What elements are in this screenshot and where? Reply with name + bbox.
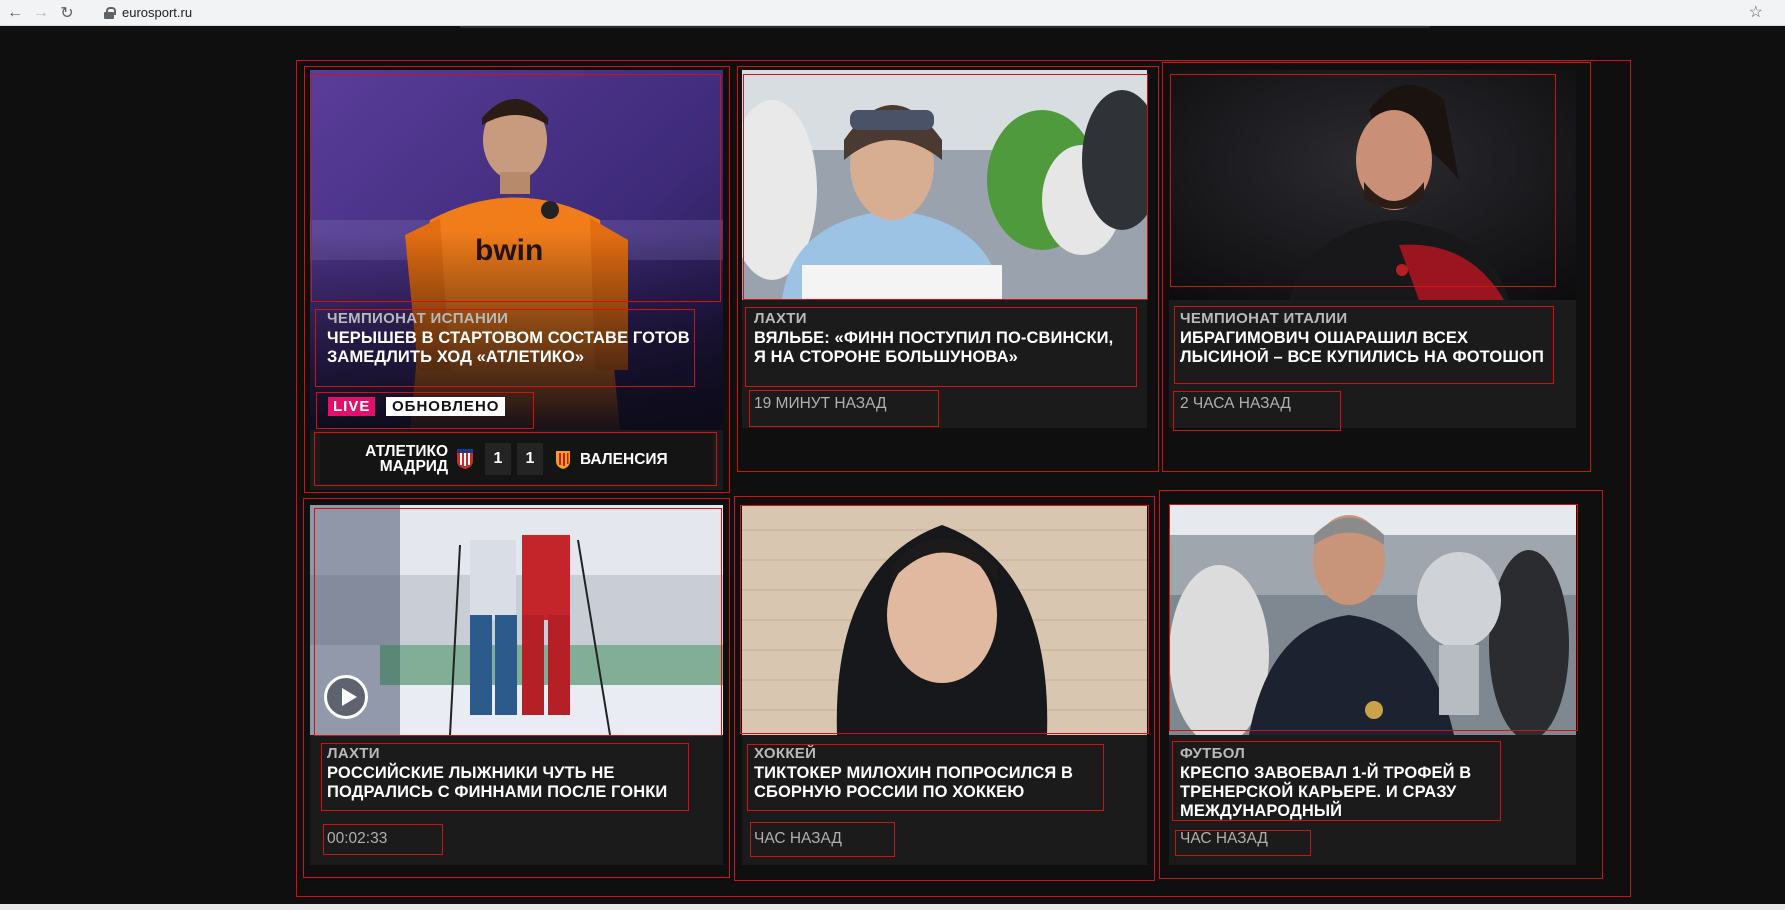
article-category: ХОККЕЙ: [754, 745, 817, 762]
play-icon[interactable]: [324, 675, 368, 719]
match-scorebar[interactable]: АТЛЕТИКО МАДРИД 1 1 ВАЛЕНСИЯ: [320, 434, 713, 484]
away-score: 1: [517, 443, 543, 475]
article-title-line[interactable]: ТРЕНЕРСКОЙ КАРЬЕРЕ. И СРАЗУ: [1180, 783, 1456, 802]
home-team-name: МАДРИД: [379, 458, 448, 475]
browser-toolbar: ← → ↻ eurosport.ru ☆: [0, 0, 1785, 26]
article-card-3[interactable]: ЧЕМПИОНАТ ИТАЛИИ ИБРАГИМОВИЧ ОШАРАШИЛ ВС…: [1169, 70, 1576, 428]
article-image[interactable]: [742, 505, 1147, 735]
article-title-line[interactable]: ТИКТОКЕР МИЛОХИН ПОПРОСИЛСЯ В: [754, 764, 1073, 783]
address-bar[interactable]: eurosport.ru: [104, 3, 192, 23]
article-time: ЧАС НАЗАД: [754, 830, 842, 847]
horizontal-scrollbar[interactable]: [0, 904, 1785, 910]
article-image[interactable]: [1169, 505, 1576, 735]
article-time: 2 ЧАСА НАЗАД: [1180, 395, 1291, 412]
valencia-crest-icon: [556, 451, 570, 469]
updated-badge: ОБНОВЛЕНО: [386, 397, 506, 416]
article-title-line[interactable]: ЛЫСИНОЙ – ВСЕ КУПИЛИСЬ НА ФОТОШОП: [1180, 348, 1553, 367]
forward-icon[interactable]: →: [30, 2, 52, 24]
atletico-crest-icon: [457, 449, 473, 469]
video-thumbnail[interactable]: [310, 505, 723, 735]
back-icon[interactable]: ←: [4, 2, 26, 24]
article-image[interactable]: [1169, 70, 1576, 300]
article-card-6[interactable]: ФУТБОЛ КРЕСПО ЗАВОЕВАЛ 1-Й ТРОФЕЙ В ТРЕН…: [1169, 505, 1576, 865]
home-team: АТЛЕТИКО МАДРИД: [320, 443, 448, 475]
home-score: 1: [485, 443, 511, 475]
divider: [460, 26, 1430, 28]
article-category: ЧЕМПИОНАТ ИТАЛИИ: [1180, 310, 1348, 327]
lock-icon: [104, 6, 116, 19]
article-title-line[interactable]: МЕЖДУНАРОДНЫЙ: [1180, 802, 1342, 821]
article-category: ЛАХТИ: [754, 310, 807, 327]
away-team-name: ВАЛЕНСИЯ: [580, 450, 668, 468]
article-card-5[interactable]: ХОККЕЙ ТИКТОКЕР МИЛОХИН ПОПРОСИЛСЯ В СБО…: [742, 505, 1147, 865]
article-card-2[interactable]: ЛАХТИ ВЯЛЬБЕ: «ФИНН ПОСТУПИЛ ПО-СВИНСКИ,…: [742, 70, 1147, 428]
article-image[interactable]: [742, 70, 1147, 300]
article-category: ЛАХТИ: [327, 745, 380, 762]
home-team-name: АТЛЕТИКО: [365, 443, 448, 460]
article-title-line[interactable]: Я НА СТОРОНЕ БОЛЬШУНОВА»: [754, 348, 1018, 367]
article-category: ЧЕМПИОНАТ ИСПАНИИ: [327, 310, 509, 327]
article-title-line[interactable]: ИБРАГИМОВИЧ ОШАРАШИЛ ВСЕХ: [1180, 329, 1468, 348]
article-image[interactable]: bwin: [310, 70, 723, 430]
article-card-4[interactable]: ЛАХТИ РОССИЙСКИЕ ЛЫЖНИКИ ЧУТЬ НЕ ПОДРАЛИ…: [310, 505, 723, 865]
article-title-line[interactable]: ВЯЛЬБЕ: «ФИНН ПОСТУПИЛ ПО-СВИНСКИ,: [754, 329, 1113, 348]
reload-icon[interactable]: ↻: [56, 2, 78, 24]
article-title-line[interactable]: ПОДРАЛИСЬ С ФИННАМИ ПОСЛЕ ГОНКИ: [327, 783, 667, 802]
video-duration: 00:02:33: [327, 830, 388, 847]
article-category: ФУТБОЛ: [1180, 745, 1246, 762]
article-time: ЧАС НАЗАД: [1180, 830, 1268, 847]
url-text: eurosport.ru: [122, 5, 193, 20]
live-badge: LIVE: [328, 397, 376, 416]
article-title-line[interactable]: КРЕСПО ЗАВОЕВАЛ 1-Й ТРОФЕЙ В: [1180, 764, 1471, 783]
article-title-line[interactable]: ЧЕРЫШЕВ В СТАРТОВОМ СОСТАВЕ ГОТОВ: [327, 329, 690, 348]
article-card-1[interactable]: bwin ЧЕМПИОНАТ ИСПАНИИ ЧЕРЫШЕВ В СТАРТОВ…: [310, 70, 723, 490]
article-title-line[interactable]: СБОРНУЮ РОССИИ ПО ХОККЕЮ: [754, 783, 1024, 802]
article-time: 19 МИНУТ НАЗАД: [754, 395, 887, 412]
bookmark-star-icon[interactable]: ☆: [1749, 2, 1763, 22]
article-title-line[interactable]: РОССИЙСКИЕ ЛЫЖНИКИ ЧУТЬ НЕ: [327, 764, 614, 783]
article-title-line[interactable]: ЗАМЕДЛИТЬ ХОД «АТЛЕТИКО»: [327, 348, 584, 367]
